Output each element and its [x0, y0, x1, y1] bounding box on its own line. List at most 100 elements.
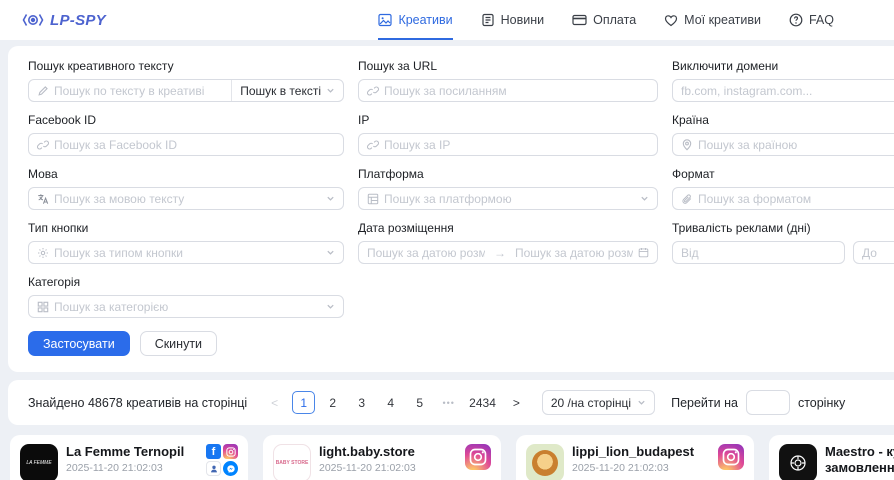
nav-creatives[interactable]: Креативи: [378, 0, 452, 40]
exclude-domains-input[interactable]: [681, 84, 894, 98]
field-platform: Платформа: [358, 167, 658, 210]
category-select[interactable]: [28, 295, 344, 318]
field-label: Категорія: [28, 275, 344, 289]
instagram-icon: [223, 444, 238, 459]
card-title[interactable]: lippi_lion_budapest: [572, 444, 702, 460]
ip-input[interactable]: [384, 138, 649, 152]
field-placement-date: Дата розміщення →: [358, 221, 658, 264]
avatar-text: BABY STORE: [276, 460, 309, 466]
facebook-id-input[interactable]: [54, 138, 335, 152]
pagination-page-2[interactable]: 2: [321, 391, 344, 414]
category-input[interactable]: [54, 300, 321, 314]
logo[interactable]: LP-SPY: [22, 10, 106, 30]
field-label: Facebook ID: [28, 113, 344, 127]
nav-label: FAQ: [809, 13, 834, 27]
nav-my-creatives[interactable]: Мої креативи: [664, 0, 761, 40]
header: LP-SPY Креативи Новини Оплата: [0, 0, 894, 40]
main-nav: Креативи Новини Оплата Мої креативи: [378, 0, 878, 40]
button-type-input[interactable]: [54, 246, 321, 260]
pagination-page-1[interactable]: 1: [292, 391, 315, 414]
pencil-icon: [37, 85, 49, 97]
nav-payment[interactable]: Оплата: [572, 0, 636, 40]
avatar: BABY STORE: [273, 444, 311, 480]
nav-label: Мої креативи: [684, 13, 761, 27]
field-label: IP: [358, 113, 658, 127]
pagination-prev[interactable]: <: [263, 391, 286, 414]
nav-label: Оплата: [593, 13, 636, 27]
calendar-icon: [638, 247, 649, 258]
date-from-input[interactable]: [367, 246, 485, 260]
button-type-select[interactable]: [28, 241, 344, 264]
date-range-picker[interactable]: →: [358, 241, 658, 264]
news-icon: [481, 13, 495, 27]
field-label: Платформа: [358, 167, 658, 181]
language-input[interactable]: [54, 192, 321, 206]
platform-input[interactable]: [384, 192, 635, 206]
pagination-page-3[interactable]: 3: [350, 391, 373, 414]
field-format: Формат: [672, 167, 894, 210]
nav-faq[interactable]: FAQ: [789, 0, 834, 40]
creative-text-input[interactable]: [54, 84, 218, 98]
avatar: [779, 444, 817, 480]
link-icon: [367, 85, 379, 97]
format-input[interactable]: [698, 192, 894, 206]
pagination-page-4[interactable]: 4: [379, 391, 402, 414]
field-label: Тип кнопки: [28, 221, 344, 235]
field-duration: Тривалість реклами (дні): [672, 221, 894, 264]
gear-icon: [37, 247, 49, 259]
platform-icon: [367, 193, 379, 205]
reset-button[interactable]: Скинути: [140, 331, 217, 356]
avatar: LA FEMME: [20, 444, 58, 480]
field-label: Пошук за URL: [358, 59, 658, 73]
platform-select[interactable]: [358, 187, 658, 210]
link-icon: [367, 139, 379, 151]
chevron-down-icon: [326, 248, 335, 257]
field-category: Категорія: [28, 275, 344, 318]
creative-card[interactable]: Maestro - кухні, ме замовлення в Ужго 20…: [769, 435, 894, 480]
chevron-down-icon: [637, 398, 646, 407]
goto-page-input[interactable]: [746, 390, 790, 415]
card-title-line1: Maestro - кухні, ме: [825, 444, 894, 460]
field-label: Виключити домени: [672, 59, 894, 73]
language-select[interactable]: [28, 187, 344, 210]
card-date: 2025-11-20 21:02:03: [319, 462, 449, 474]
field-button-type: Тип кнопки: [28, 221, 344, 264]
goto-label-suffix: сторінку: [798, 396, 845, 410]
date-to-input[interactable]: [515, 246, 633, 260]
creative-card[interactable]: LA FEMME La Femme Ternopil 2025-11-20 21…: [10, 435, 248, 480]
results-summary: Знайдено 48678 креативів на сторінці: [28, 396, 247, 410]
paperclip-icon: [681, 193, 693, 205]
creative-card[interactable]: BABY STORE light.baby.store 2025-11-20 2…: [263, 435, 501, 480]
card-title[interactable]: Maestro - кухні, ме замовлення в Ужго: [825, 444, 894, 477]
instagram-icon: [718, 444, 744, 470]
pin-icon: [681, 139, 693, 151]
apply-button[interactable]: Застосувати: [28, 331, 130, 356]
card-date: 2025-11-20 21:02:03: [572, 462, 702, 474]
duration-to-input[interactable]: [862, 246, 894, 260]
page-size-value: 20 /на сторінці: [551, 396, 631, 410]
field-country: Країна: [672, 113, 894, 156]
pagination-ellipsis[interactable]: •••: [437, 391, 460, 414]
duration-from-input[interactable]: [681, 246, 836, 260]
chevron-down-icon: [640, 194, 649, 203]
chevron-down-icon: [326, 302, 335, 311]
country-input[interactable]: [698, 138, 894, 152]
card-title[interactable]: light.baby.store: [319, 444, 449, 460]
pagination-next[interactable]: >: [505, 391, 528, 414]
pagination-page-5[interactable]: 5: [408, 391, 431, 414]
range-arrow-icon: →: [490, 246, 510, 260]
field-exclude-domains: Виключити домени: [672, 59, 894, 102]
card-date: 2025-11-20 21:02:03: [66, 462, 196, 474]
url-input[interactable]: [384, 84, 649, 98]
search-mode-select[interactable]: Пошук в тексті: [231, 80, 343, 101]
card-title[interactable]: La Femme Ternopil: [66, 444, 196, 460]
page-size-select[interactable]: 20 /на сторінці: [542, 390, 655, 415]
link-icon: [37, 139, 49, 151]
messenger-icon: [223, 461, 238, 476]
pagination-page-last[interactable]: 2434: [466, 391, 499, 414]
instagram-icon: [465, 444, 491, 470]
creative-card[interactable]: lippi_lion_budapest 2025-11-20 21:02:03 …: [516, 435, 754, 480]
field-label: Країна: [672, 113, 894, 127]
nav-news[interactable]: Новини: [481, 0, 545, 40]
card-icon: [572, 13, 587, 27]
